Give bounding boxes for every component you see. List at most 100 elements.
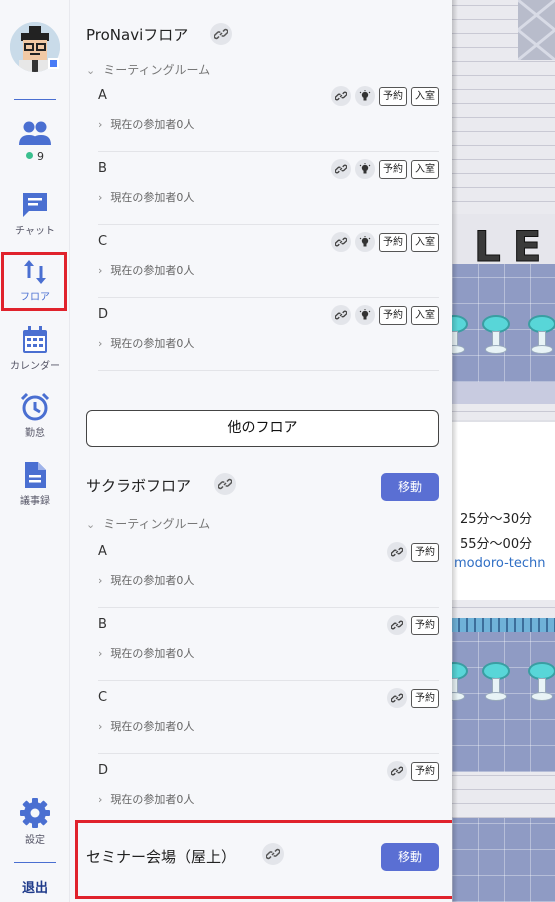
exit-label: 退出 — [21, 881, 48, 896]
participants-toggle[interactable]: › 現在の参加者0人 — [98, 116, 194, 132]
nav-attendance[interactable]: 勤怠 — [0, 392, 70, 439]
room-row: C › 現在の参加者0人 予約 入室 — [98, 225, 439, 298]
chevron-right-icon: › — [98, 647, 103, 660]
reserve-button[interactable]: 予約 — [379, 86, 407, 106]
copy-link-button[interactable] — [331, 86, 351, 106]
room-actions: 予約 — [387, 615, 439, 635]
reserve-button[interactable]: 予約 — [379, 305, 407, 325]
room-actions: 予約 入室 — [331, 159, 439, 179]
participants-toggle[interactable]: › 現在の参加者0人 — [98, 189, 194, 205]
copy-link-button[interactable] — [331, 159, 351, 179]
document-icon — [25, 462, 46, 488]
nav-chat[interactable]: チャット — [0, 190, 70, 237]
nav-members[interactable]: 9 — [0, 120, 70, 163]
participants-label: 現在の参加者0人 — [110, 191, 195, 204]
chat-icon — [23, 193, 47, 217]
board-line: 25分〜30分 — [460, 512, 533, 527]
room-row: C › 現在の参加者0人 予約 — [98, 681, 439, 754]
participants-label: 現在の参加者0人 — [110, 793, 195, 806]
panel-shadow — [452, 0, 458, 902]
chevron-right-icon: › — [98, 191, 103, 204]
game-map[interactable]: LE 25分〜30分 55分〜00分 modoro-techn — [452, 0, 555, 902]
participants-toggle[interactable]: › 現在の参加者0人 — [98, 262, 194, 278]
link-icon — [391, 693, 403, 703]
online-dot — [26, 152, 33, 159]
knock-button[interactable] — [355, 159, 375, 179]
stool — [528, 662, 555, 702]
online-count-value: 9 — [37, 150, 44, 163]
room-actions: 予約 — [387, 542, 439, 562]
room-actions: 予約 — [387, 761, 439, 781]
copy-link-button[interactable] — [387, 688, 407, 708]
reserve-button[interactable]: 予約 — [411, 542, 439, 562]
room-actions: 予約 — [387, 688, 439, 708]
lightbulb-icon — [359, 236, 371, 247]
link-icon — [335, 91, 347, 101]
move-button[interactable]: 移動 — [381, 473, 439, 501]
nav-rail: 9 チャット フロア カレンダー 勤怠 議事録 設定 退出 — [0, 0, 70, 902]
reserve-button[interactable]: 予約 — [411, 688, 439, 708]
stool — [482, 315, 510, 355]
lightbulb-icon — [359, 309, 371, 320]
participants-toggle[interactable]: › 現在の参加者0人 — [98, 791, 194, 807]
exit-button[interactable]: 退出 — [14, 862, 56, 896]
room-row: A › 現在の参加者0人 予約 — [98, 535, 439, 608]
wall-pattern-icon — [518, 0, 555, 60]
copy-link-button[interactable] — [331, 305, 351, 325]
reserve-button[interactable]: 予約 — [379, 159, 407, 179]
category-label: ミーティングルーム — [103, 517, 211, 531]
reserve-button[interactable]: 予約 — [379, 232, 407, 252]
board-line: 55分〜00分 — [460, 537, 533, 552]
nav-calendar[interactable]: カレンダー — [0, 325, 70, 372]
reserve-button[interactable]: 予約 — [411, 761, 439, 781]
room-name: A — [98, 88, 107, 103]
gear-icon — [20, 798, 50, 828]
room-name: C — [98, 234, 108, 249]
floor-highlight-box — [1, 252, 67, 311]
category-toggle[interactable]: ⌄ ミーティングルーム — [86, 61, 210, 78]
copy-link-button[interactable] — [387, 615, 407, 635]
copy-link-button[interactable] — [214, 473, 236, 495]
link-icon — [391, 547, 403, 557]
copy-link-button[interactable] — [210, 23, 232, 45]
enter-button[interactable]: 入室 — [411, 305, 439, 325]
other-floor-button[interactable]: 他のフロア — [86, 410, 439, 447]
copy-link-button[interactable] — [331, 232, 351, 252]
chat-label: チャット — [15, 226, 55, 237]
room-actions: 予約 入室 — [331, 305, 439, 325]
people-icon — [19, 121, 51, 145]
room-row: A › 現在の参加者0人 予約 入室 — [98, 79, 439, 152]
board-link[interactable]: modoro-techn — [454, 556, 546, 571]
reserve-button[interactable]: 予約 — [411, 615, 439, 635]
enter-button[interactable]: 入室 — [411, 86, 439, 106]
chevron-right-icon: › — [98, 720, 103, 733]
participants-toggle[interactable]: › 現在の参加者0人 — [98, 718, 194, 734]
nav-minutes[interactable]: 議事録 — [0, 460, 70, 507]
stool — [482, 662, 510, 702]
knock-button[interactable] — [355, 86, 375, 106]
participants-toggle[interactable]: › 現在の参加者0人 — [98, 572, 194, 588]
chevron-right-icon: › — [98, 264, 103, 277]
nav-settings[interactable]: 設定 — [0, 797, 70, 846]
participants-toggle[interactable]: › 現在の参加者0人 — [98, 645, 194, 661]
room-name: D — [98, 763, 109, 778]
minutes-label: 議事録 — [20, 496, 50, 507]
enter-button[interactable]: 入室 — [411, 232, 439, 252]
room-name: D — [98, 307, 109, 322]
counter-strip — [452, 618, 555, 632]
chevron-right-icon: › — [98, 118, 103, 131]
enter-button[interactable]: 入室 — [411, 159, 439, 179]
knock-button[interactable] — [355, 305, 375, 325]
settings-label: 設定 — [25, 835, 45, 846]
room-row: D › 現在の参加者0人 予約 入室 — [98, 298, 439, 371]
copy-link-button[interactable] — [387, 761, 407, 781]
category-toggle[interactable]: ⌄ ミーティングルーム — [86, 515, 210, 532]
chevron-right-icon: › — [98, 337, 103, 350]
room-name: C — [98, 690, 108, 705]
room-name: B — [98, 617, 107, 632]
room-name: B — [98, 161, 107, 176]
attendance-label: 勤怠 — [25, 428, 45, 439]
copy-link-button[interactable] — [387, 542, 407, 562]
participants-toggle[interactable]: › 現在の参加者0人 — [98, 335, 194, 351]
knock-button[interactable] — [355, 232, 375, 252]
